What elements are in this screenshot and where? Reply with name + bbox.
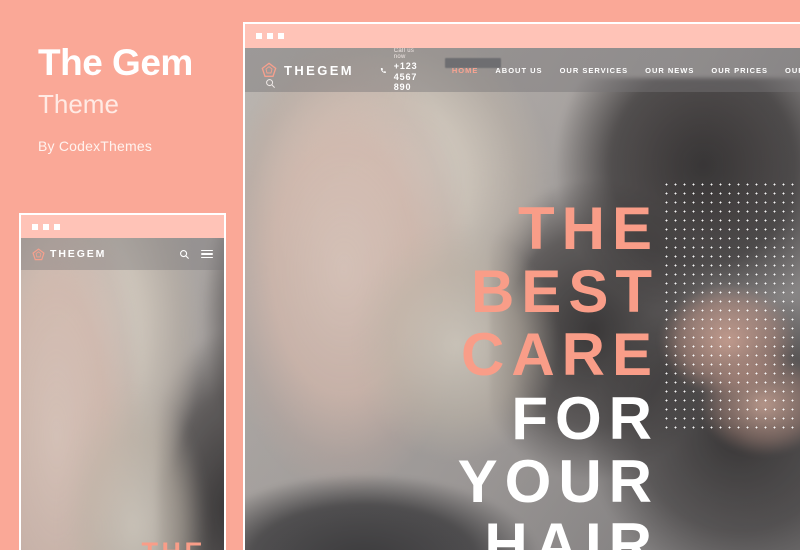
window-dot-minimize[interactable] xyxy=(267,33,273,39)
mobile-header-actions xyxy=(179,249,213,260)
header-phone[interactable]: Call us now +123 4567 890 xyxy=(380,48,426,92)
site-logo-text: THEGEM xyxy=(50,248,107,260)
search-icon[interactable] xyxy=(265,78,276,89)
phone-label: Call us now xyxy=(393,48,415,61)
main-menu: HOME ABOUT US OUR SERVICES OUR NEWS OUR … xyxy=(452,66,800,75)
menu-item-our-products[interactable]: OUR PRODUCTS xyxy=(785,66,800,75)
site-logo[interactable]: THEGEM xyxy=(32,247,107,261)
promo-title: The Gem xyxy=(38,42,193,83)
hero-line-4: FOR xyxy=(511,384,659,452)
hero-headline: THE BEST CARE FOR YOUR HAIR xyxy=(458,198,659,550)
menu-item-home[interactable]: HOME xyxy=(452,66,479,75)
window-dot-close[interactable] xyxy=(256,33,262,39)
menu-item-our-prices[interactable]: OUR PRICES xyxy=(711,66,768,75)
menu-item-about-us[interactable]: ABOUT US xyxy=(495,66,542,75)
window-dot-close[interactable] xyxy=(32,223,38,230)
phone-icon xyxy=(380,67,386,73)
hamburger-menu-icon[interactable] xyxy=(201,249,213,259)
promo-block: The Gem Theme By CodexThemes xyxy=(38,42,238,154)
mobile-window-titlebar[interactable] xyxy=(21,215,224,238)
window-dot-maximize[interactable] xyxy=(278,33,284,39)
window-dot-minimize[interactable] xyxy=(43,223,49,230)
dot-pattern-overlay xyxy=(660,178,800,432)
site-logo-text: THEGEM xyxy=(284,62,355,78)
promo-author: By CodexThemes xyxy=(38,137,153,154)
site-header: THEGEM Call us now +123 4567 890 HOME AB… xyxy=(245,48,800,92)
mobile-viewport: THEGEM THE BEST CARE FOR YOUR HAIR xyxy=(21,238,224,550)
phone-number: +123 4567 890 xyxy=(393,61,418,93)
mobile-site-header: THEGEM xyxy=(21,238,224,270)
hero-line-3: CARE xyxy=(460,321,659,389)
desktop-viewport: THEGEM Call us now +123 4567 890 HOME AB… xyxy=(245,48,800,550)
hero-headline: THE BEST CARE FOR YOUR HAIR xyxy=(114,538,206,550)
mobile-browser-window: THEGEM THE BEST CARE FOR YOUR HAIR xyxy=(19,213,226,550)
search-icon[interactable] xyxy=(179,249,190,260)
gem-icon xyxy=(261,62,277,77)
hero-line-5: YOUR xyxy=(457,447,659,515)
hero-background-photo xyxy=(21,238,224,550)
hero-line-2: BEST xyxy=(470,258,659,326)
window-dot-maximize[interactable] xyxy=(54,223,60,230)
site-logo[interactable]: THEGEM xyxy=(261,62,354,78)
menu-item-our-services[interactable]: OUR SERVICES xyxy=(560,66,629,75)
hero-line-6: HAIR xyxy=(484,510,659,550)
hero-line-1: THE xyxy=(518,195,659,262)
hero-line-1: THE xyxy=(114,538,206,550)
desktop-browser-window: THEGEM Call us now +123 4567 890 HOME AB… xyxy=(243,22,800,550)
desktop-window-titlebar[interactable] xyxy=(245,24,800,48)
menu-item-our-news[interactable]: OUR NEWS xyxy=(645,66,694,75)
promo-subtitle: Theme xyxy=(38,88,119,119)
gem-icon xyxy=(32,247,45,260)
